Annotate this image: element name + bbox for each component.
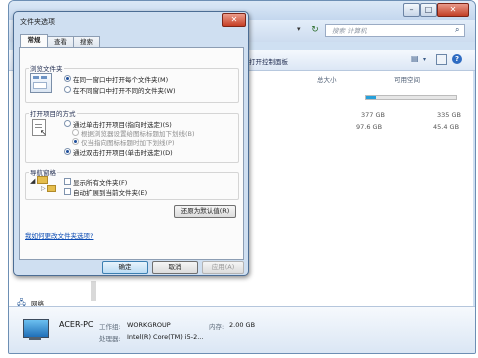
memory-value: 2.00 GB bbox=[229, 321, 256, 329]
browse-folders-illustration-icon bbox=[30, 73, 52, 93]
same-window-option[interactable]: 在同一窗口中打开每个文件夹(M) bbox=[73, 74, 168, 84]
same-window-radio[interactable] bbox=[64, 75, 71, 82]
workgroup-label: 工作组: bbox=[99, 323, 121, 331]
cpu-label: 处理器: bbox=[99, 335, 121, 343]
search-input[interactable]: 搜索 计算机 bbox=[325, 24, 465, 37]
subfolder-icon bbox=[47, 185, 56, 192]
nav-scrollbar[interactable] bbox=[91, 281, 96, 301]
memory-label: 内存: bbox=[209, 323, 225, 331]
dialog-close-button[interactable]: ✕ bbox=[222, 13, 246, 27]
column-header-free-space[interactable]: 可用空间 bbox=[394, 74, 420, 84]
computer-stand-icon bbox=[29, 337, 41, 340]
apply-button[interactable]: 应用(A) bbox=[202, 261, 244, 274]
auto-expand-option[interactable]: 自动扩展到当前文件夹(E) bbox=[73, 187, 147, 197]
computer-icon bbox=[23, 319, 49, 338]
double-click-radio[interactable] bbox=[64, 148, 71, 155]
single-click-radio[interactable] bbox=[64, 120, 71, 127]
minimize-button[interactable]: – bbox=[403, 3, 420, 17]
browse-folders-label: 浏览文件夹 bbox=[29, 63, 64, 73]
new-window-radio[interactable] bbox=[64, 86, 71, 93]
cpu-value: Intel(R) Core(TM) i5-2... bbox=[127, 333, 204, 341]
show-all-folders-option[interactable]: 显示所有文件夹(F) bbox=[73, 177, 127, 187]
workgroup-value: WORKGROUP bbox=[127, 321, 171, 329]
close-button[interactable]: ✕ bbox=[437, 3, 469, 17]
double-click-option[interactable]: 通过双击打开项目(单击时选定)(D) bbox=[73, 147, 173, 157]
refresh-icon[interactable]: ↻ bbox=[308, 23, 322, 37]
ok-button[interactable]: 确定 bbox=[102, 261, 148, 274]
drive-total-size: 377 GB bbox=[361, 111, 385, 119]
help-link[interactable]: 我如何更改文件夹选项? bbox=[25, 230, 93, 240]
restore-defaults-button[interactable]: 还原为默认值(R) bbox=[174, 205, 236, 218]
new-window-option[interactable]: 在不同窗口中打开不同的文件夹(W) bbox=[73, 85, 176, 95]
column-header-total-size[interactable]: 总大小 bbox=[317, 74, 337, 84]
cancel-button[interactable]: 取消 bbox=[152, 261, 198, 274]
general-tab-panel: 浏览文件夹 在同一窗口中打开每个文件夹(M) 在不同窗口中打开不同的文件夹(W)… bbox=[19, 47, 244, 260]
view-dropdown-icon[interactable]: ▾ bbox=[423, 56, 426, 63]
help-icon[interactable]: ? bbox=[452, 54, 462, 64]
preview-pane-icon[interactable] bbox=[436, 54, 447, 65]
search-icon[interactable]: ⌕ bbox=[455, 25, 459, 35]
pointer-icon: ↖ bbox=[40, 128, 47, 137]
auto-expand-checkbox[interactable] bbox=[64, 188, 71, 195]
view-options-icon[interactable]: ▤ bbox=[411, 54, 419, 63]
drive-total-size: 97.6 GB bbox=[356, 123, 383, 131]
show-all-folders-checkbox[interactable] bbox=[64, 178, 71, 185]
drive-free-space: 335 GB bbox=[437, 111, 461, 119]
dialog-title: 文件夹选项 bbox=[20, 18, 55, 26]
open-control-panel-button[interactable]: 打开控制面板 bbox=[249, 56, 288, 66]
tree-expand-icon: ◢ bbox=[30, 177, 36, 185]
drive-free-space: 45.4 GB bbox=[433, 123, 460, 131]
underline-hover-option[interactable]: 仅当指向图标标题时加下划线(P) bbox=[81, 137, 175, 147]
drive-usage-bar bbox=[365, 95, 457, 100]
folder-options-dialog: 文件夹选项 ✕ 常规 查看 搜索 浏览文件夹 在同一窗口中打开每个文件夹(M) … bbox=[13, 11, 249, 276]
tree-collapse-icon: ▷ bbox=[41, 185, 46, 192]
maximize-button[interactable]: □ bbox=[420, 3, 437, 17]
address-dropdown-icon[interactable]: ▾ bbox=[297, 25, 301, 33]
underline-hover-radio[interactable] bbox=[72, 138, 79, 145]
details-pane bbox=[9, 306, 475, 353]
underline-browser-radio[interactable] bbox=[72, 129, 79, 136]
drive-usage-fill bbox=[366, 96, 376, 99]
pc-name: ACER-PC bbox=[59, 320, 94, 329]
click-items-label: 打开项目的方式 bbox=[29, 108, 77, 118]
folder-icon bbox=[37, 176, 48, 184]
